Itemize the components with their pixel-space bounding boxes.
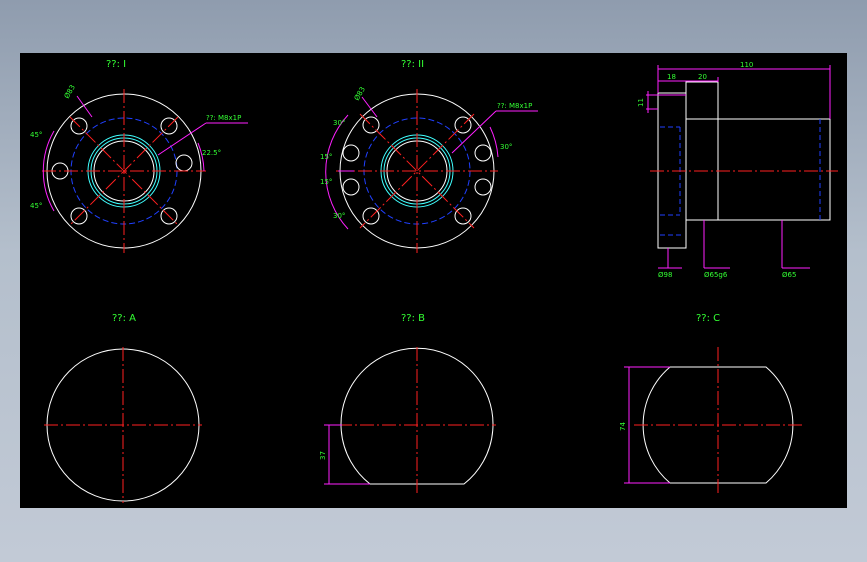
view-b-label: ??: B bbox=[401, 313, 425, 324]
dim-bolt-circle: Ø83 bbox=[353, 86, 367, 102]
dim-110: 110 bbox=[740, 61, 753, 69]
view-b: ??: B 37 bbox=[319, 313, 496, 493]
dim-angle-4: 30° bbox=[333, 212, 345, 220]
bolt-hole bbox=[342, 144, 360, 162]
dim-dia-65g6: Ø65g6 bbox=[704, 271, 728, 279]
dim-thread: ??: M8x1P bbox=[497, 102, 532, 110]
view-ii: ??: II Ø83 30° 15° 15° 30° ??: M8x1P 30° bbox=[320, 59, 538, 253]
dim-74: 74 bbox=[619, 422, 627, 431]
view-c: ??: C 74 bbox=[619, 313, 802, 493]
view-ii-label: ??: II bbox=[401, 59, 424, 70]
centerlines bbox=[42, 89, 206, 253]
dim-angle-right: 22.5° bbox=[202, 149, 221, 157]
bolt-hole bbox=[474, 144, 492, 162]
view-i-label: ??: I bbox=[106, 59, 126, 70]
dim-angle-top: 45° bbox=[30, 131, 42, 139]
view-i: ??: I Ø83 45° 45° ??: M8x1P 22.5° bbox=[30, 59, 248, 253]
centerlines bbox=[336, 89, 498, 253]
dim-bolt-circle: Ø83 bbox=[63, 84, 77, 100]
dim-angle-1: 30° bbox=[333, 119, 345, 127]
dim-angle-3: 15° bbox=[320, 178, 332, 186]
dim-18: 18 bbox=[667, 73, 676, 81]
side-outline bbox=[657, 81, 831, 249]
drawing-canvas: ??: I Ø83 45° 45° ??: M8x1P 22.5° ??: II… bbox=[20, 53, 847, 508]
bolt-hole bbox=[362, 207, 380, 225]
dim-angle-2: 15° bbox=[320, 153, 332, 161]
dim-angle-bottom: 45° bbox=[30, 202, 42, 210]
dim-20: 20 bbox=[698, 73, 707, 81]
dim-dia-98: Ø98 bbox=[658, 271, 672, 279]
side-view: 18 20 110 11 Ø98 Ø65g6 Ø65 bbox=[637, 61, 838, 279]
dimension-lines bbox=[325, 96, 538, 230]
side-dimension-lines bbox=[646, 65, 831, 269]
bolt-hole bbox=[175, 154, 193, 172]
cad-drawing: ??: I Ø83 45° 45° ??: M8x1P 22.5° ??: II… bbox=[30, 59, 838, 503]
dim-11: 11 bbox=[637, 98, 645, 107]
centerlines bbox=[44, 347, 202, 503]
dim-37: 37 bbox=[319, 451, 327, 460]
bolt-hole bbox=[474, 178, 492, 196]
centerlines bbox=[338, 347, 496, 493]
side-hidden bbox=[660, 119, 821, 236]
bolt-hole bbox=[454, 207, 472, 225]
dim-thread: ??: M8x1P bbox=[206, 114, 241, 122]
view-a-label: ??: A bbox=[112, 313, 136, 324]
dim-angle-right: 30° bbox=[500, 143, 512, 151]
bolt-hole bbox=[342, 178, 360, 196]
dim-dia-65: Ø65 bbox=[782, 271, 796, 279]
view-a: ??: A bbox=[44, 313, 202, 503]
view-c-label: ??: C bbox=[696, 313, 720, 324]
